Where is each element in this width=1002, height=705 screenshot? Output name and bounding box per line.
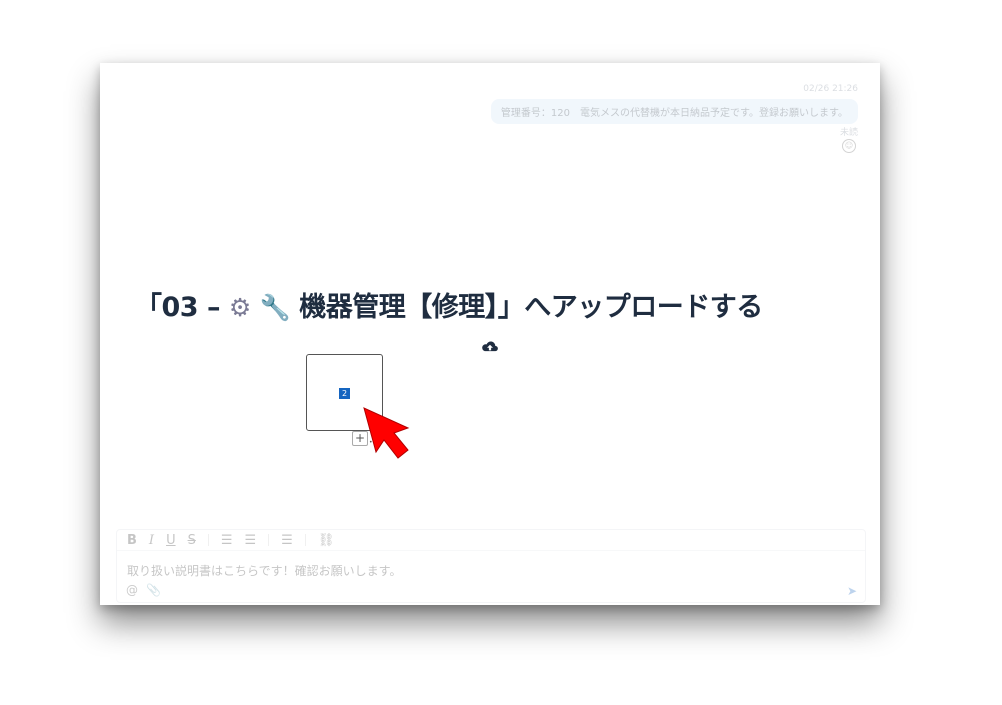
toolbar-divider (304, 534, 306, 546)
cloud-upload-icon (482, 341, 498, 352)
send-icon[interactable]: ➤ (847, 584, 857, 598)
formatting-toolbar: B I U S ☰ ☰ ☰ ⛓ (117, 530, 865, 551)
upload-drop-heading: 「03 – ⚙ 🔧 機器管理【修理】」へアップロードする (135, 285, 875, 324)
wrench-icon: 🔧 (259, 293, 291, 322)
message-composer: B I U S ☰ ☰ ☰ ⛓ 取り扱い説明書はこちらです！確認お願いします。 … (116, 529, 866, 603)
file-count-badge: 2 (339, 388, 350, 399)
toolbar-divider (268, 534, 270, 546)
strikethrough-button[interactable]: S (188, 533, 196, 548)
gear-icon: ⚙ (228, 293, 251, 322)
link-icon[interactable]: ⛓ (318, 533, 335, 548)
chat-window: 02/26 21:26 管理番号：120 電気メスの代替機が本日納品予定です。登… (100, 63, 880, 605)
bold-button[interactable]: B (127, 533, 137, 548)
message-input[interactable]: 取り扱い説明書はこちらです！確認お願いします。 (127, 562, 401, 579)
message-read-status: 未読 (839, 128, 858, 138)
toolbar-divider (207, 534, 209, 546)
numbered-list-icon[interactable]: ☰ (245, 533, 257, 548)
heading-prefix: 「03 – (135, 292, 220, 323)
message-bubble[interactable]: 管理番号：120 電気メスの代替機が本日納品予定です。登録お願いします。 (490, 99, 858, 124)
blockquote-icon[interactable]: ☰ (281, 533, 293, 548)
heading-suffix: 機器管理【修理】」へアップロードする (299, 292, 763, 323)
mention-icon[interactable]: @ (126, 583, 138, 597)
pointer-cursor-icon (363, 407, 410, 459)
underline-button[interactable]: U (166, 533, 176, 548)
italic-button[interactable]: I (149, 533, 154, 548)
composer-actions: @ 📎 (126, 583, 161, 597)
bullet-list-icon[interactable]: ☰ (221, 533, 233, 548)
attachment-icon[interactable]: 📎 (146, 583, 161, 597)
reaction-icon[interactable]: ☺ (842, 139, 856, 153)
message-timestamp: 02/26 21:26 (803, 84, 858, 94)
